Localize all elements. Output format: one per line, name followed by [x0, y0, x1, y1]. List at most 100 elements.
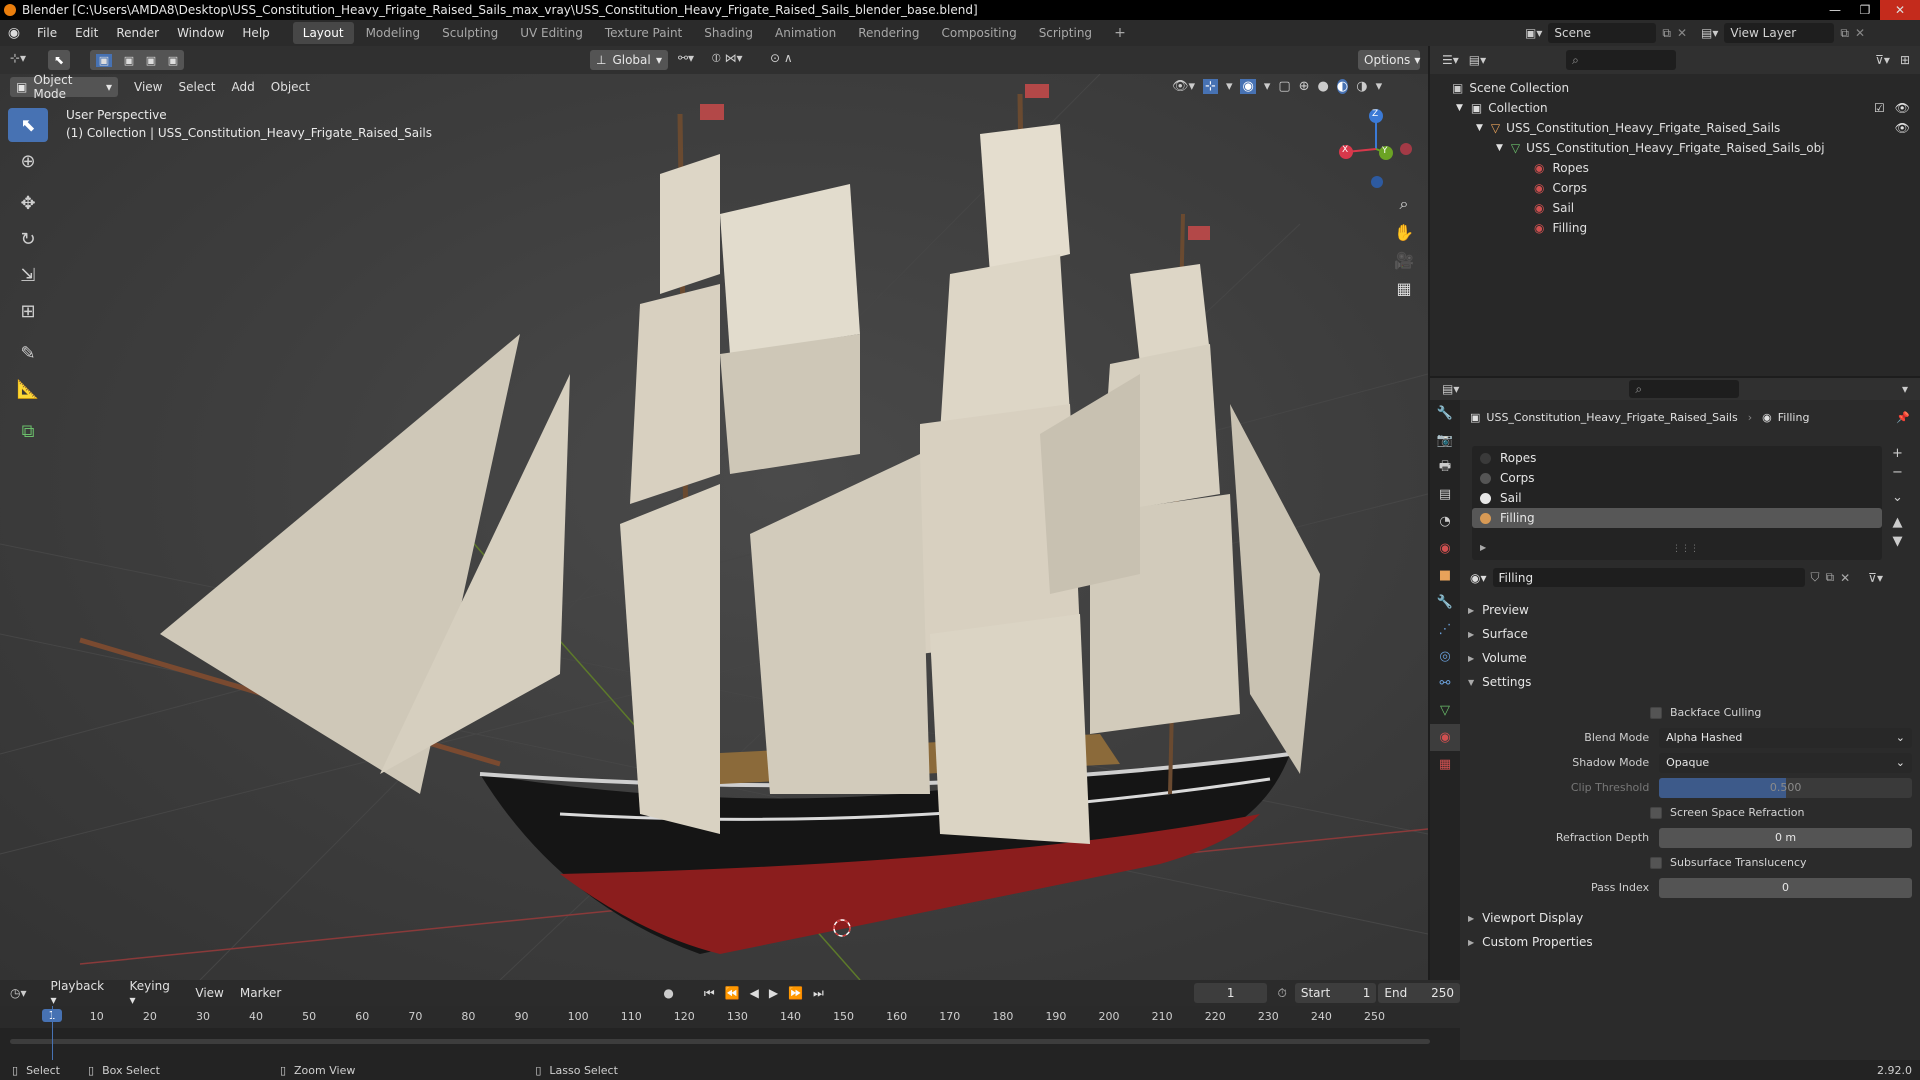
- menu-edit[interactable]: Edit: [66, 26, 107, 40]
- collection-visibility-icon[interactable]: 👁: [1895, 101, 1910, 115]
- clip-threshold-slider[interactable]: 0.500: [1659, 777, 1912, 798]
- tab-shading[interactable]: Shading: [694, 22, 763, 44]
- close-button[interactable]: ✕: [1880, 0, 1920, 20]
- measure-tool-icon[interactable]: 📐: [8, 372, 48, 406]
- scene-field[interactable]: Scene: [1548, 23, 1657, 43]
- timeline-menu-marker[interactable]: Marker: [232, 983, 289, 1003]
- panel-settings[interactable]: ▼ Settings: [1468, 670, 1912, 694]
- blender-menu-icon[interactable]: ◉: [0, 25, 28, 41]
- slot-sail[interactable]: Sail: [1472, 488, 1882, 508]
- slot-list-expand-icon[interactable]: ▶: [1480, 543, 1486, 552]
- outliner-editor-icon[interactable]: ☰▾: [1442, 53, 1459, 67]
- tab-compositing[interactable]: Compositing: [931, 22, 1026, 44]
- tab-rendering[interactable]: Rendering: [848, 22, 929, 44]
- timeline-editor-icon[interactable]: ◷▾: [10, 986, 27, 1000]
- fake-user-icon[interactable]: ⛉: [1811, 570, 1820, 585]
- shading-wireframe-icon[interactable]: ⊕: [1299, 79, 1310, 94]
- blend-mode-dropdown[interactable]: Alpha Hashed ⌄: [1659, 727, 1912, 748]
- backface-culling-checkbox[interactable]: [1650, 706, 1662, 719]
- outliner-mesh[interactable]: ▼ ▽ USS_Constitution_Heavy_Frigate_Raise…: [1430, 138, 1920, 158]
- panel-surface[interactable]: ▶ Surface: [1468, 622, 1912, 646]
- outliner-object[interactable]: ▼ ▽ USS_Constitution_Heavy_Frigate_Raise…: [1430, 118, 1920, 138]
- material-slots-list[interactable]: Ropes Corps Sail Filling ▶ ⋮⋮⋮: [1472, 446, 1882, 560]
- viewport-menu-object[interactable]: Object: [263, 77, 318, 97]
- end-frame-field[interactable]: End 250: [1378, 983, 1460, 1003]
- scene-icon[interactable]: ▣▾: [1525, 26, 1542, 40]
- ssr-checkbox[interactable]: [1650, 806, 1662, 819]
- texture-tab-icon[interactable]: ▦: [1430, 751, 1460, 778]
- object-visibility-icon[interactable]: 👁: [1895, 121, 1910, 135]
- gizmo-toggle-icon[interactable]: ⊹: [1203, 79, 1218, 94]
- 3d-viewport[interactable]: [0, 74, 1428, 980]
- slot-list-resize-handle[interactable]: ⋮⋮⋮: [1672, 544, 1699, 554]
- properties-options-icon[interactable]: ▾: [1902, 382, 1908, 396]
- next-keyframe-icon[interactable]: ⏩: [788, 986, 803, 1001]
- transform-orientation-dropdown[interactable]: ⊥ Global ▾: [590, 50, 668, 70]
- scale-tool-icon[interactable]: ⇲: [8, 258, 48, 292]
- timeline-track-area[interactable]: [0, 1028, 1460, 1048]
- outliner-search-input[interactable]: ⌕: [1566, 50, 1677, 70]
- menu-file[interactable]: File: [28, 26, 66, 40]
- menu-window[interactable]: Window: [168, 26, 233, 40]
- pass-index-field[interactable]: 0: [1659, 877, 1912, 898]
- world-tab-icon[interactable]: ◉: [1430, 535, 1460, 562]
- jump-end-icon[interactable]: ⏭: [813, 986, 824, 1001]
- minimize-button[interactable]: —: [1820, 0, 1850, 20]
- view-layer-tab-icon[interactable]: ▤: [1430, 481, 1460, 508]
- outliner-scene-collection[interactable]: ▣ Scene Collection: [1430, 78, 1920, 98]
- tab-scripting[interactable]: Scripting: [1029, 22, 1102, 44]
- visibility-icon[interactable]: 👁▾: [1172, 79, 1195, 94]
- select-box-tool-icon[interactable]: ⬉: [8, 108, 48, 142]
- move-slot-up-icon[interactable]: ▲: [1892, 515, 1902, 530]
- play-icon[interactable]: ▶: [769, 986, 778, 1001]
- select-mode-active-icon[interactable]: ⬉: [48, 50, 70, 70]
- scene-remove-icon[interactable]: ✕: [1677, 26, 1687, 40]
- add-workspace-button[interactable]: +: [1104, 21, 1136, 45]
- add-slot-icon[interactable]: +: [1892, 446, 1903, 461]
- outliner-material-ropes[interactable]: ◉ Ropes: [1430, 158, 1920, 178]
- viewport-menu-select[interactable]: Select: [170, 77, 223, 97]
- view-layer-remove-icon[interactable]: ✕: [1855, 26, 1865, 40]
- editor-type-icon[interactable]: ⊹▾: [10, 51, 26, 65]
- outliner-collection[interactable]: ▼ ▣ Collection ☑ 👁: [1430, 98, 1920, 118]
- panel-viewport-display[interactable]: ▶ Viewport Display: [1468, 906, 1912, 930]
- cursor-tool-icon[interactable]: ⊕: [8, 144, 48, 178]
- overlay-toggle-icon[interactable]: ◉: [1240, 79, 1256, 94]
- shadow-mode-dropdown[interactable]: Opaque ⌄: [1659, 752, 1912, 773]
- selection-modes[interactable]: ▣ ▣ ▣ ▣: [90, 50, 184, 70]
- outliner-new-collection-icon[interactable]: ⊞: [1900, 53, 1910, 67]
- xray-icon[interactable]: ▢: [1278, 79, 1290, 94]
- move-slot-down-icon[interactable]: ▼: [1892, 534, 1902, 549]
- slot-ropes[interactable]: Ropes: [1472, 448, 1882, 468]
- move-tool-icon[interactable]: ✥: [8, 186, 48, 220]
- view-layer-field[interactable]: View Layer: [1724, 23, 1835, 43]
- timeline-menu-view[interactable]: View: [187, 983, 231, 1003]
- start-frame-field[interactable]: Start 1: [1294, 983, 1377, 1003]
- outliner-material-filling[interactable]: ◉ Filling: [1430, 218, 1920, 238]
- material-name-field[interactable]: Filling: [1492, 568, 1805, 587]
- scene-tab-icon[interactable]: ◔: [1430, 508, 1460, 535]
- new-material-icon[interactable]: ⧉: [1826, 570, 1835, 585]
- slot-filling[interactable]: Filling: [1472, 508, 1882, 528]
- pivot-icon[interactable]: ⚯▾: [678, 51, 694, 65]
- unlink-material-icon[interactable]: ✕: [1840, 571, 1850, 585]
- current-frame-field[interactable]: 1: [1193, 983, 1268, 1003]
- tab-layout[interactable]: Layout: [292, 22, 354, 44]
- slot-specials-icon[interactable]: ⌄: [1892, 490, 1903, 505]
- outliner-filter-icon[interactable]: ⊽▾: [1875, 53, 1890, 67]
- object-tab-icon[interactable]: ■: [1430, 562, 1460, 589]
- shading-solid-icon[interactable]: ●: [1318, 79, 1329, 94]
- rotate-tool-icon[interactable]: ↻: [8, 222, 48, 256]
- options-dropdown[interactable]: Options ▾: [1358, 50, 1420, 70]
- menu-help[interactable]: Help: [233, 26, 278, 40]
- scene-new-icon[interactable]: ⧉: [1662, 26, 1671, 41]
- outliner-material-sail[interactable]: ◉ Sail: [1430, 198, 1920, 218]
- material-browse-icon[interactable]: ◉▾: [1470, 571, 1487, 585]
- view-layer-icon[interactable]: ▤▾: [1701, 26, 1718, 40]
- record-icon[interactable]: ●: [663, 986, 673, 1000]
- proportional-edit-icon[interactable]: ⊙ ∧: [770, 51, 793, 65]
- material-tab-icon[interactable]: ◉: [1430, 724, 1460, 751]
- refraction-depth-field[interactable]: 0 m: [1659, 827, 1912, 848]
- annotate-tool-icon[interactable]: ✎: [8, 336, 48, 370]
- jump-start-icon[interactable]: ⏮: [704, 986, 715, 1001]
